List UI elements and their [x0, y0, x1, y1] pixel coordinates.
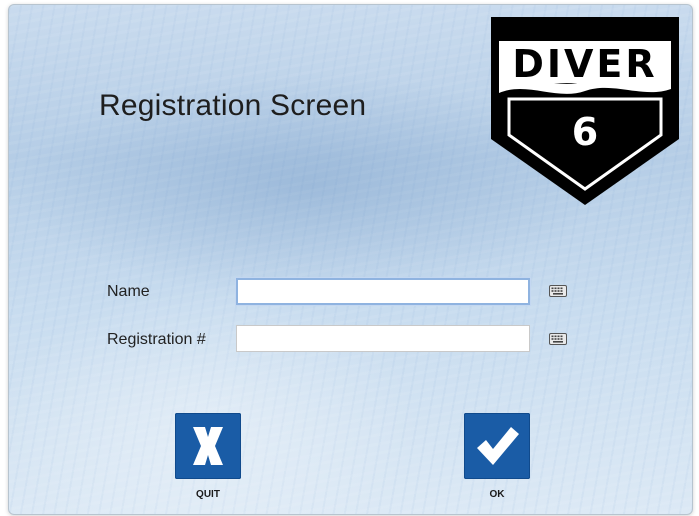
x-icon — [193, 427, 223, 465]
registration-input[interactable] — [236, 325, 530, 352]
ok-label: OK — [489, 489, 505, 500]
logo-version-text: 6 — [572, 110, 598, 154]
name-input[interactable] — [236, 278, 530, 305]
diver-6-logo: DIVER 6 — [491, 17, 679, 205]
name-keyboard-icon[interactable] — [549, 285, 567, 297]
page-title: Registration Screen — [99, 89, 367, 122]
ok-button[interactable] — [464, 413, 530, 479]
logo-brand-text: DIVER — [512, 42, 657, 86]
name-label: Name — [107, 283, 150, 300]
registration-label: Registration # — [107, 331, 206, 348]
quit-label: QUIT — [196, 489, 220, 500]
quit-button[interactable] — [175, 413, 241, 479]
registration-window: Registration Screen DIVER 6 Name Registr… — [8, 4, 693, 515]
registration-keyboard-icon[interactable] — [549, 333, 567, 345]
checkmark-icon — [477, 427, 519, 465]
